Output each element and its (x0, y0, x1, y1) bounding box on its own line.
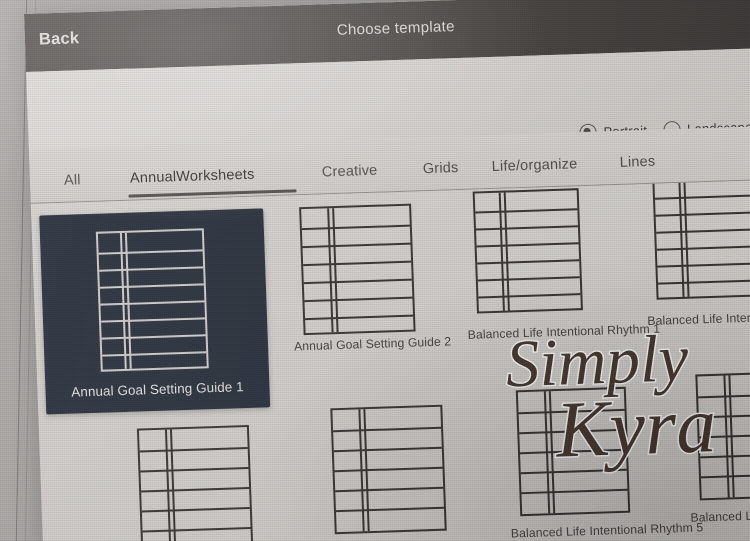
table-thumb-icon (330, 404, 447, 535)
template-card-selected[interactable]: Annual Goal Setting Guide 1 (39, 208, 271, 415)
table-thumb-icon (299, 203, 416, 336)
template-thumbnail (127, 424, 292, 541)
app-screen: Back Choose template Portrait Landscape … (24, 0, 750, 541)
template-thumbnail (289, 198, 454, 336)
photo-of-screen: Back Choose template Portrait Landscape … (0, 0, 750, 541)
template-thumbnail (320, 403, 485, 540)
template-label: Annual Goal Setting Guide 1 (71, 379, 244, 400)
tab-all[interactable]: All (64, 172, 81, 189)
template-grid: Annual Goal Setting Guide 1 Annual Goal … (30, 179, 750, 541)
template-label: Balanced Life Intentional Rhythm 5 (510, 520, 704, 541)
template-card[interactable]: Balanced Life Intentional Rhythm 5 (506, 385, 704, 541)
table-thumb-icon (95, 228, 209, 372)
table-thumb-icon (652, 179, 750, 300)
template-thumbnail (50, 221, 259, 377)
tab-lines[interactable]: Lines (619, 154, 655, 171)
template-label: Balanced Life Intentional Rhythm 2 (647, 308, 750, 329)
table-thumb-icon (472, 188, 583, 314)
table-thumb-icon (695, 370, 750, 501)
template-card[interactable]: Balanced Life Intentional Rhythm 4 (320, 403, 518, 541)
tab-annualworksheets[interactable]: AnnualWorksheets (130, 167, 255, 187)
tab-life-organize[interactable]: Life/organize (491, 156, 577, 175)
table-thumb-icon (136, 424, 254, 541)
template-thumbnail (685, 370, 750, 507)
template-card[interactable]: Annual Goal Setting Guide 2 (289, 198, 454, 353)
template-label: Annual Goal Setting Guide 2 (293, 334, 452, 354)
template-card[interactable]: Balanced Life Intentional Rhythm 2 (642, 179, 750, 329)
template-thumbnail (642, 179, 750, 310)
template-card[interactable]: Balanced Life Intentional Rhythm 6 (685, 370, 750, 525)
page-title: Choose template (336, 18, 455, 39)
tab-creative[interactable]: Creative (322, 163, 378, 181)
template-card[interactable]: Balanced Life Intentional Rhythm 1 (463, 187, 661, 342)
template-thumbnail (463, 187, 628, 324)
table-thumb-icon (515, 386, 631, 517)
template-label: Balanced Life Intentional Rhythm 6 (690, 505, 750, 525)
template-card[interactable]: Balanced Life Intentional Rhythm 3 (127, 424, 292, 541)
template-label: Balanced Life Intentional Rhythm 1 (467, 321, 661, 342)
template-thumbnail (506, 385, 671, 522)
tab-grids[interactable]: Grids (423, 160, 459, 177)
